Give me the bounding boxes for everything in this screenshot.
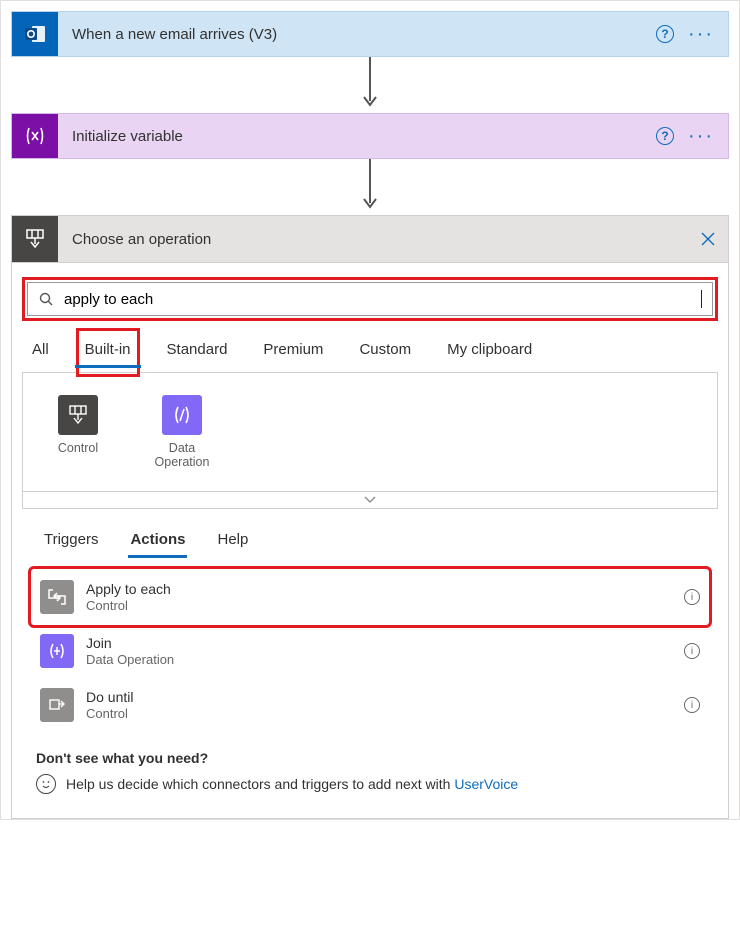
outlook-icon (12, 12, 58, 56)
connector-arrow (11, 57, 729, 113)
info-icon[interactable]: i (684, 589, 700, 605)
help-icon[interactable]: ? (656, 25, 674, 43)
info-icon[interactable]: i (684, 643, 700, 659)
tab-built-in[interactable]: Built-in (81, 333, 135, 372)
operation-picker-title: Choose an operation (58, 216, 688, 262)
tab-premium[interactable]: Premium (259, 333, 327, 372)
connector-label: Data Operation (147, 441, 217, 469)
action-source: Control (86, 706, 672, 722)
tab-custom[interactable]: Custom (355, 333, 415, 372)
connector-arrow (11, 159, 729, 215)
subtab-help[interactable]: Help (215, 527, 250, 558)
help-icon[interactable]: ? (656, 127, 674, 145)
control-icon (58, 395, 98, 435)
search-input[interactable] (62, 290, 693, 309)
step-title: When a new email arrives (V3) (58, 12, 642, 56)
variable-icon (12, 114, 58, 158)
more-menu-icon[interactable]: ··· (688, 24, 714, 44)
connector-grid: Control Data Operation (22, 372, 718, 491)
text-cursor (701, 290, 702, 308)
result-sub-tabs: Triggers Actions Help (22, 509, 718, 558)
info-icon[interactable]: i (684, 697, 700, 713)
expand-connectors-button[interactable] (22, 491, 718, 509)
step-initialize-variable[interactable]: Initialize variable ? ··· (11, 113, 729, 159)
search-field[interactable] (27, 282, 713, 316)
uservoice-section: Don't see what you need? Help us decide … (22, 732, 718, 818)
loop-icon (40, 580, 74, 614)
action-source: Control (86, 598, 672, 614)
uservoice-text: Help us decide which connectors and trig… (66, 776, 454, 792)
more-menu-icon[interactable]: ··· (688, 126, 714, 146)
choose-operation-icon (12, 216, 58, 262)
action-do-until[interactable]: Do until Control i (32, 678, 708, 732)
action-name: Apply to each (86, 581, 672, 598)
action-source: Data Operation (86, 652, 672, 668)
operation-picker-header: Choose an operation (11, 215, 729, 263)
connector-label: Control (58, 441, 98, 455)
data-operation-icon (162, 395, 202, 435)
connector-control[interactable]: Control (43, 395, 113, 469)
smile-icon (36, 774, 56, 794)
step-email-trigger[interactable]: When a new email arrives (V3) ? ··· (11, 11, 729, 57)
tab-my-clipboard[interactable]: My clipboard (443, 333, 536, 372)
operation-picker-panel: All Built-in Standard Premium Custom My … (11, 263, 729, 819)
action-apply-to-each[interactable]: Apply to each Control i (32, 570, 708, 624)
do-until-icon (40, 688, 74, 722)
tab-all[interactable]: All (28, 333, 53, 372)
subtab-actions[interactable]: Actions (128, 527, 187, 558)
action-name: Join (86, 635, 672, 652)
tab-standard[interactable]: Standard (163, 333, 232, 372)
action-list: Apply to each Control i Join Data Ope (22, 558, 718, 732)
uservoice-question: Don't see what you need? (36, 750, 704, 766)
category-tabs: All Built-in Standard Premium Custom My … (22, 333, 718, 372)
connector-data-operation[interactable]: Data Operation (147, 395, 217, 469)
action-join[interactable]: Join Data Operation i (32, 624, 708, 678)
search-icon (38, 291, 54, 307)
chevron-down-icon (364, 496, 376, 504)
subtab-triggers[interactable]: Triggers (42, 527, 100, 558)
join-icon (40, 634, 74, 668)
action-name: Do until (86, 689, 672, 706)
close-icon[interactable] (688, 216, 728, 262)
uservoice-link[interactable]: UserVoice (454, 776, 518, 792)
search-highlight (22, 277, 718, 321)
step-title: Initialize variable (58, 114, 642, 158)
